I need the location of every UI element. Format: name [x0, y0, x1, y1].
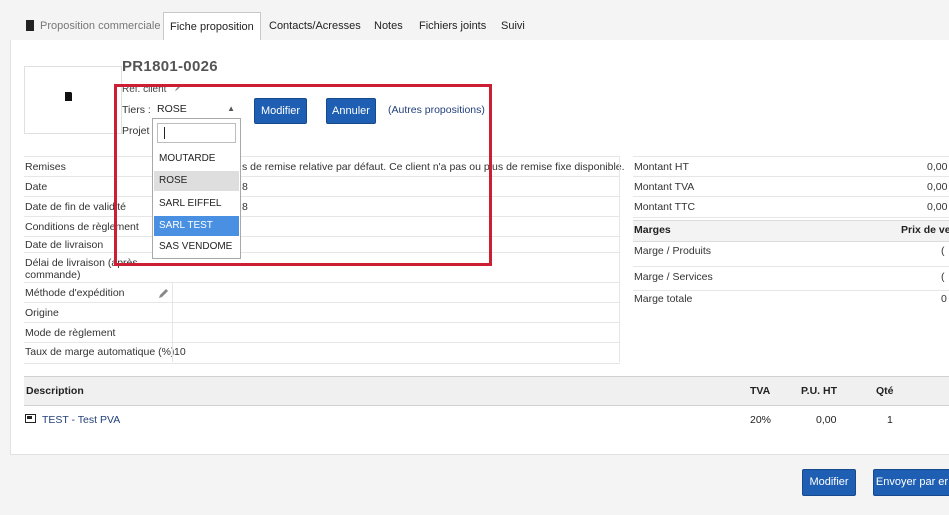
tab-notes[interactable]: Notes: [374, 12, 403, 40]
line-qty: 1: [887, 414, 893, 426]
montant-ht-value: 0,00: [927, 161, 948, 173]
tab-contacts[interactable]: Contacts/Acresses: [269, 12, 361, 40]
montant-tva-value: 0,00: [927, 181, 948, 193]
row-montant-ttc: Montant TTC 0,00: [633, 196, 949, 218]
montant-ht-label: Montant HT: [634, 161, 689, 173]
marges-price-header: Prix de ve: [901, 224, 949, 236]
date-label: Date: [25, 181, 48, 193]
line-pu-ht: 0,00: [816, 414, 837, 426]
tab-suivi[interactable]: Suivi: [501, 12, 525, 40]
option-sarl-eiffel[interactable]: SARL EIFFEL: [154, 194, 239, 214]
row-montant-tva: Montant TVA 0,00: [633, 176, 949, 197]
column-divider: [172, 282, 173, 362]
row-marge-totale: Marge totale 0: [633, 291, 949, 311]
fin-validite-label: Date de fin de validité: [25, 201, 126, 213]
option-moutarde[interactable]: MOUTARDE: [154, 149, 239, 169]
marges-header: Marges Prix de ve: [633, 220, 949, 242]
montant-ttc-label: Montant TTC: [634, 201, 696, 213]
tab-fichiers-joints[interactable]: Fichiers joints: [419, 12, 486, 40]
document-icon: [26, 20, 34, 31]
line-tva: 20%: [750, 414, 772, 426]
product-icon: [25, 414, 36, 423]
dropdown-search-input[interactable]: [157, 123, 236, 143]
tab-bar: Proposition commerciale Fiche propositio…: [10, 12, 949, 41]
tab-proposition-commerciale[interactable]: Proposition commerciale: [40, 12, 160, 40]
origine-label: Origine: [25, 307, 59, 319]
mode-label: Mode de règlement: [25, 327, 116, 339]
montant-tva-label: Montant TVA: [634, 181, 695, 193]
taux-value: 10: [174, 346, 186, 358]
col-qty: Qté: [876, 385, 894, 397]
row-mode: Mode de règlement: [24, 322, 620, 343]
col-tva: TVA: [750, 385, 771, 397]
row-origine: Origine: [24, 302, 620, 323]
row-marge-services: Marge / Services (: [633, 267, 949, 291]
marge-services-value: (: [941, 271, 945, 283]
modify-button[interactable]: Modifier: [802, 469, 856, 496]
pencil-icon[interactable]: [158, 288, 169, 299]
marge-produits-label: Marge / Produits: [634, 245, 712, 257]
proposal-ref: PR1801-0026: [122, 58, 218, 75]
tab-fiche-proposition[interactable]: Fiche proposition: [163, 12, 261, 41]
marge-totale-label: Marge totale: [634, 293, 693, 305]
col-description: Description: [26, 385, 84, 397]
marge-produits-value: (: [941, 245, 945, 257]
col-pu-ht: P.U. HT: [801, 385, 837, 397]
remises-label: Remises: [25, 161, 66, 173]
tiers-dropdown: MOUTARDE ROSE SARL EIFFEL SARL TEST SAS …: [152, 118, 241, 259]
option-rose[interactable]: ROSE: [154, 171, 239, 191]
row-marge-produits: Marge / Produits (: [633, 241, 949, 267]
lines-table-header: Description TVA P.U. HT Qté: [24, 376, 949, 406]
option-sas-vendome[interactable]: SAS VENDOME: [154, 237, 239, 257]
row-expedition: Méthode d'expédition: [24, 282, 620, 303]
montant-ttc-value: 0,00: [927, 201, 948, 213]
document-icon: [65, 91, 73, 101]
marge-services-label: Marge / Services: [634, 271, 713, 283]
column-divider: [619, 156, 620, 362]
marge-totale-value: 0: [941, 293, 947, 305]
livraison-label: Date de livraison: [25, 239, 104, 251]
expedition-label: Méthode d'expédition: [25, 287, 125, 299]
document-thumbnail: [24, 66, 122, 134]
line-description[interactable]: TEST - Test PVA: [42, 414, 120, 426]
send-email-button[interactable]: Envoyer par er: [873, 469, 949, 496]
option-sarl-test[interactable]: SARL TEST: [154, 216, 239, 236]
row-taux: Taux de marge automatique (%) 10: [24, 342, 620, 364]
marges-title: Marges: [634, 224, 671, 236]
row-montant-ht: Montant HT 0,00: [633, 156, 949, 177]
taux-label: Taux de marge automatique (%): [25, 346, 175, 358]
text-cursor: [164, 127, 165, 139]
